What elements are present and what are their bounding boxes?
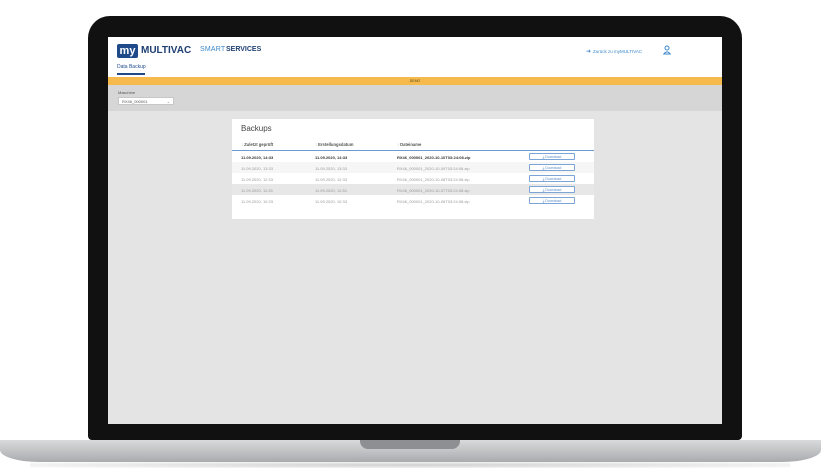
backups-panel: Backups ↕Zuletzt geprüft ↕Erstellungsdat…: [232, 119, 594, 219]
machine-label: Maschine: [118, 90, 136, 95]
cell-checked: 11.09.2020, 14:33: [241, 155, 274, 160]
download-button[interactable]: ⤓Download: [529, 164, 575, 171]
cell-filename: RX46_000001_2020-10-09T03:24:08.zip: [397, 166, 470, 171]
cell-checked: 11.09.2020, 11:33: [241, 188, 273, 193]
demo-banner: DEMO: [108, 77, 722, 85]
table-header: ↕Zuletzt geprüft ↕Erstellungsdatum ↕Date…: [232, 139, 594, 151]
logo-my[interactable]: my: [117, 44, 138, 58]
tab-data-backup[interactable]: Data Backup: [117, 64, 146, 70]
cell-filename: RX46_000001_2020-10-08T03:24:08.zip: [397, 177, 470, 182]
table-row: 11.09.2020, 12:33 11.09.2020, 12:33 RX46…: [232, 173, 594, 184]
column-header-checked[interactable]: ↕Zuletzt geprüft: [241, 142, 273, 147]
table-row: 11.09.2020, 13:33 11.09.2020, 13:33 RX46…: [232, 162, 594, 173]
cell-created: 11.09.2020, 13:33: [315, 166, 347, 171]
sort-icon: ↕: [315, 142, 318, 147]
tab-active-indicator: [117, 73, 145, 75]
cell-checked: 11.09.2020, 12:33: [241, 177, 273, 182]
user-icon[interactable]: [663, 45, 671, 55]
arrow-right-icon: ➜: [586, 49, 592, 55]
cell-created: 11.09.2020, 12:33: [315, 177, 347, 182]
table-row: 11.09.2020, 10:33 11.09.2020, 10:33 RX46…: [232, 195, 594, 206]
machine-select[interactable]: RX46_000001 ⌄: [118, 97, 174, 105]
machine-select-value: RX46_000001: [122, 99, 148, 104]
machine-bar: [108, 85, 722, 111]
chevron-down-icon: ⌄: [166, 99, 170, 104]
table-row: 11.09.2020, 14:33 11.09.2020, 14:33 RX46…: [232, 151, 594, 162]
laptop-notch: [360, 440, 460, 449]
download-button[interactable]: ⤓Download: [529, 153, 575, 160]
table-row: 11.09.2020, 11:33 11.09.2020, 11:33 RX46…: [232, 184, 594, 195]
logo-services: SERVICES: [226, 46, 262, 53]
laptop-shadow: [30, 462, 790, 468]
cell-filename: RX46_000001_2020-10-10T03:24:08.zip: [397, 155, 471, 160]
download-button[interactable]: ⤓Download: [529, 186, 575, 193]
back-to-mymultivac-link[interactable]: ➜ Zurück zu myMULTIVAC: [586, 48, 642, 55]
cell-filename: RX46_000001_2020-10-07T03:24:08.zip: [397, 188, 470, 193]
app-screen: my MULTIVAC SMART SERVICES ➜ Zurück zu my…: [108, 37, 722, 424]
column-header-created[interactable]: ↕Erstellungsdatum: [315, 142, 353, 147]
sort-icon: ↕: [397, 142, 400, 147]
logo-smart: SMART: [200, 46, 226, 53]
cell-filename: RX46_000001_2020-10-06T03:24:08.zip: [397, 199, 470, 204]
cell-checked: 11.09.2020, 13:33: [241, 166, 273, 171]
cell-created: 11.09.2020, 10:33: [315, 199, 347, 204]
cell-checked: 11.09.2020, 10:33: [241, 199, 273, 204]
column-header-filename[interactable]: ↕Dateiname: [397, 142, 421, 147]
logo-brand[interactable]: MULTIVAC: [141, 45, 191, 56]
app-header: my MULTIVAC SMART SERVICES ➜ Zurück zu my…: [108, 37, 722, 77]
download-button[interactable]: ⤓Download: [529, 175, 575, 182]
backups-title: Backups: [241, 124, 272, 133]
sort-icon: ↕: [241, 142, 244, 147]
back-link-label: Zurück zu myMULTIVAC: [593, 49, 643, 54]
cell-created: 11.09.2020, 11:33: [315, 188, 347, 193]
cell-created: 11.09.2020, 14:33: [315, 155, 348, 160]
download-button[interactable]: ⤓Download: [529, 197, 575, 204]
